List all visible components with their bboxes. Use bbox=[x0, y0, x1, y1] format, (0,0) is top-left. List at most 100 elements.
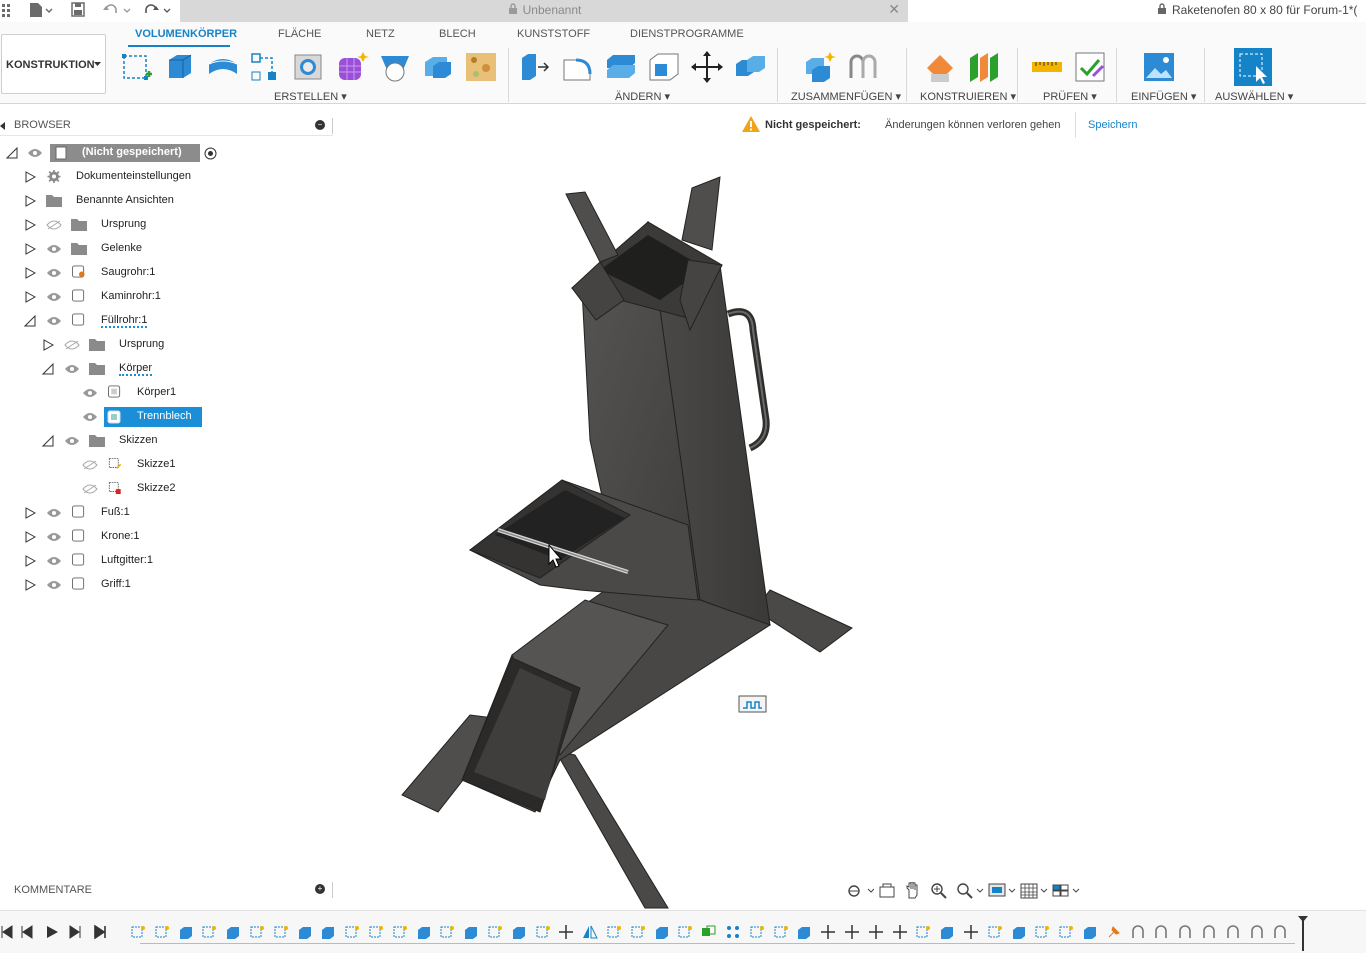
timeline-feature-sketch-icon[interactable] bbox=[535, 924, 551, 940]
timeline-feature-sketch-icon[interactable] bbox=[368, 924, 384, 940]
chamfer-icon[interactable] bbox=[604, 50, 638, 84]
pan-hand-icon[interactable] bbox=[904, 882, 922, 900]
expand-triangle-icon[interactable] bbox=[24, 267, 36, 279]
tree-item-luftgitter[interactable]: Luftgitter:1 bbox=[0, 550, 333, 572]
offset-plane-icon[interactable] bbox=[923, 50, 957, 84]
tree-item-koerper1[interactable]: Körper1 bbox=[0, 382, 333, 404]
timeline-feature-sketch-icon[interactable] bbox=[915, 924, 931, 940]
look-at-icon[interactable] bbox=[878, 883, 896, 899]
timeline-feature-joint-icon[interactable] bbox=[1201, 924, 1217, 940]
timeline-feature-sketch-icon[interactable] bbox=[1034, 924, 1050, 940]
timeline-feature-body-icon[interactable] bbox=[178, 924, 194, 940]
tree-item-koerper-folder[interactable]: Körper bbox=[0, 358, 333, 380]
tree-item-skizze2[interactable]: Skizze2 bbox=[0, 478, 333, 500]
timeline-feature-move-icon[interactable] bbox=[820, 924, 836, 940]
grid-menu-icon[interactable] bbox=[2, 1, 12, 19]
expand-triangle-icon[interactable] bbox=[24, 531, 36, 543]
timeline-feature-extrude-icon[interactable] bbox=[1011, 924, 1027, 940]
timeline-feature-move-icon[interactable] bbox=[963, 924, 979, 940]
insert-image-icon[interactable] bbox=[1142, 50, 1176, 84]
timeline-feature-sketch-icon[interactable] bbox=[344, 924, 360, 940]
fillet-icon[interactable] bbox=[561, 50, 595, 84]
group-aendern[interactable]: ÄNDERN ▾ bbox=[615, 90, 670, 103]
visibility-eye-icon[interactable] bbox=[82, 388, 98, 398]
timeline-feature-joint-icon[interactable] bbox=[1153, 924, 1169, 940]
measure-icon[interactable] bbox=[1030, 50, 1064, 84]
form-icon[interactable] bbox=[335, 50, 369, 84]
group-erstellen[interactable]: ERSTELLEN ▾ bbox=[274, 90, 347, 103]
file-menu-icon[interactable] bbox=[28, 1, 54, 19]
visibility-eye-icon[interactable] bbox=[82, 412, 98, 422]
timeline-feature-sketch-icon[interactable] bbox=[487, 924, 503, 940]
timeline-feature-joint-icon[interactable] bbox=[1225, 924, 1241, 940]
comments-panel-header[interactable]: KOMMENTARE + bbox=[0, 880, 333, 900]
timeline-feature-sketch-icon[interactable] bbox=[392, 924, 408, 940]
timeline-feature-sketch-icon[interactable] bbox=[987, 924, 1003, 940]
expand-triangle-icon[interactable] bbox=[24, 243, 36, 255]
expand-triangle-icon[interactable] bbox=[24, 195, 36, 207]
expand-triangle-icon[interactable] bbox=[24, 507, 36, 519]
timeline-feature-sketch-icon[interactable] bbox=[201, 924, 217, 940]
model-viewport[interactable] bbox=[334, 140, 1366, 910]
create-sketch-icon[interactable] bbox=[120, 50, 154, 84]
timeline-feature-sketch-icon[interactable] bbox=[154, 924, 170, 940]
timeline-feature-sketch-icon[interactable] bbox=[273, 924, 289, 940]
midplane-icon[interactable] bbox=[966, 50, 1000, 84]
visibility-eye-icon[interactable] bbox=[46, 268, 62, 278]
revolve-icon[interactable] bbox=[206, 50, 240, 84]
hidden-eye-icon[interactable] bbox=[82, 484, 98, 494]
timeline-feature-move-icon[interactable] bbox=[868, 924, 884, 940]
visibility-eye-icon[interactable] bbox=[46, 508, 62, 518]
group-konstruieren[interactable]: KONSTRUIEREN ▾ bbox=[920, 90, 1016, 103]
minus-icon[interactable]: − bbox=[315, 120, 325, 130]
timeline-feature-mirror-icon[interactable] bbox=[582, 924, 598, 940]
timeline-feature-pin-icon[interactable] bbox=[1106, 924, 1122, 940]
plus-icon[interactable]: + bbox=[315, 884, 325, 894]
select-icon[interactable] bbox=[1234, 48, 1272, 86]
timeline-feature-extrude-icon[interactable] bbox=[511, 924, 527, 940]
timeline-feature-joint-icon[interactable] bbox=[1130, 924, 1146, 940]
new-component-icon[interactable] bbox=[802, 50, 836, 84]
tree-item-trennblech[interactable]: Trennblech bbox=[0, 406, 333, 428]
group-einfuegen[interactable]: EINFÜGEN ▾ bbox=[1131, 90, 1196, 103]
visibility-eye-icon[interactable] bbox=[46, 244, 62, 254]
viewports-icon[interactable] bbox=[1052, 882, 1080, 900]
expand-triangle-icon[interactable] bbox=[42, 339, 54, 351]
expand-triangle-icon[interactable] bbox=[24, 579, 36, 591]
move-copy-icon[interactable] bbox=[690, 50, 724, 84]
timeline-feature-sketch-icon[interactable] bbox=[130, 924, 146, 940]
align-icon[interactable] bbox=[733, 50, 767, 84]
collapse-triangle-icon[interactable] bbox=[42, 363, 54, 375]
timeline-marker[interactable] bbox=[1297, 915, 1309, 951]
timeline-feature-extrude-icon[interactable] bbox=[463, 924, 479, 940]
zoom-window-icon[interactable] bbox=[956, 882, 984, 900]
document-tab[interactable]: Unbenannt ✕ bbox=[180, 0, 908, 22]
timeline-feature-sketch-icon[interactable] bbox=[677, 924, 693, 940]
expand-triangle-icon[interactable] bbox=[24, 555, 36, 567]
timeline-feature-move-icon[interactable] bbox=[558, 924, 574, 940]
sweep-icon[interactable] bbox=[249, 50, 283, 84]
timeline-feature-sketch-icon[interactable] bbox=[249, 924, 265, 940]
tree-item-ursprung[interactable]: Ursprung bbox=[0, 214, 333, 236]
timeline-feature-sketch-icon[interactable] bbox=[773, 924, 789, 940]
collapse-triangle-icon[interactable] bbox=[42, 435, 54, 447]
timeline-feature-sketch-icon[interactable] bbox=[439, 924, 455, 940]
expand-triangle-icon[interactable] bbox=[24, 171, 36, 183]
timeline-feature-joint-icon[interactable] bbox=[1272, 924, 1288, 940]
timeline-feature-extrude-icon[interactable] bbox=[225, 924, 241, 940]
close-tab-icon[interactable]: ✕ bbox=[888, 1, 900, 18]
timeline-feature-extrude-icon[interactable] bbox=[416, 924, 432, 940]
crown-fin-left[interactable] bbox=[565, 191, 619, 263]
interference-icon[interactable] bbox=[1073, 50, 1107, 84]
other-document-tab[interactable]: Raketenofen 80 x 80 für Forum-1*( bbox=[1156, 3, 1357, 17]
timeline-feature-move-icon[interactable] bbox=[844, 924, 860, 940]
group-pruefen[interactable]: PRÜFEN ▾ bbox=[1043, 90, 1097, 103]
activate-radio-icon[interactable] bbox=[204, 147, 217, 160]
timeline-feature-joint-icon[interactable] bbox=[1249, 924, 1265, 940]
tree-root[interactable]: (Nicht gespeichert) bbox=[0, 142, 333, 164]
go-to-start-icon[interactable] bbox=[0, 925, 14, 939]
visibility-eye-icon[interactable] bbox=[46, 292, 62, 302]
timeline-feature-extrude-icon[interactable] bbox=[796, 924, 812, 940]
tree-item-gelenke[interactable]: Gelenke bbox=[0, 238, 333, 260]
collapse-triangle-icon[interactable] bbox=[6, 147, 18, 159]
